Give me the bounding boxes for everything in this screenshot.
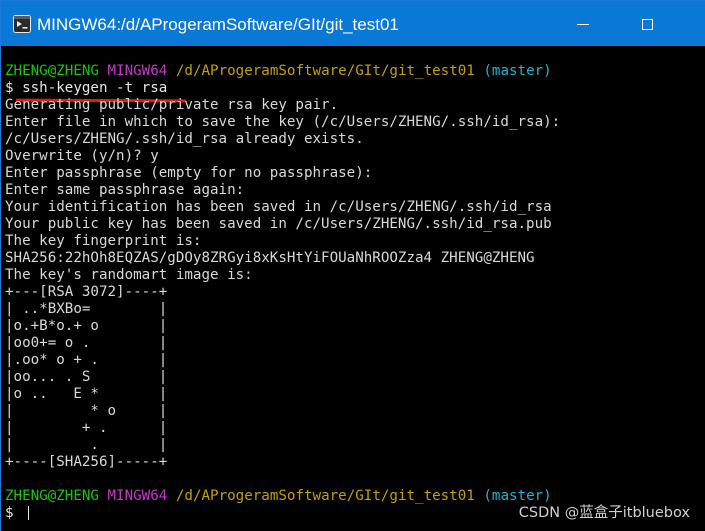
output-line: Your identification has been saved in /c… bbox=[5, 199, 552, 215]
output-line: The key fingerprint is: bbox=[5, 233, 202, 249]
csdn-watermark: CSDN @蓝盒子itbluebox bbox=[518, 505, 690, 521]
output-line: Enter same passphrase again: bbox=[5, 182, 245, 198]
prompt-line: ZHENG@ZHENG MINGW64 /d/AProgeramSoftware… bbox=[5, 63, 705, 80]
window-title: MINGW64:/d/AProgeramSoftware/GIt/git_tes… bbox=[37, 15, 399, 34]
terminal-output: ZHENG@ZHENG MINGW64 /d/AProgeramSoftware… bbox=[5, 63, 705, 522]
input-prefix: $ bbox=[5, 505, 23, 521]
terminal-area[interactable]: ZHENG@ZHENG MINGW64 /d/AProgeramSoftware… bbox=[1, 46, 705, 531]
title-bar[interactable]: MINGW64:/d/AProgeramSoftware/GIt/git_tes… bbox=[1, 1, 705, 46]
output-line: Enter file in which to save the key (/c/… bbox=[5, 114, 561, 130]
command-text: ssh-keygen -t rsa bbox=[22, 80, 168, 96]
prompt-user: ZHENG@ZHENG bbox=[5, 63, 99, 79]
output-line: Your public key has been saved in /c/Use… bbox=[5, 216, 552, 232]
command-line: $ ssh-keygen -t rsa bbox=[5, 80, 705, 97]
randomart-line: +---[RSA 3072]----+ bbox=[5, 284, 168, 300]
output-line: Overwrite (y/n)? y bbox=[5, 148, 159, 164]
git-bash-window: MINGW64:/d/AProgeramSoftware/GIt/git_tes… bbox=[0, 0, 705, 531]
minimize-icon bbox=[577, 23, 589, 25]
command-prefix: $ bbox=[5, 80, 23, 96]
output-line: Generating public/private rsa key pair. bbox=[5, 97, 339, 113]
text-cursor bbox=[28, 506, 30, 520]
randomart-line: |oo... . S | bbox=[5, 369, 168, 385]
output-line: The key's randomart image is: bbox=[5, 267, 253, 283]
maximize-icon bbox=[641, 18, 653, 30]
randomart-line: | * o | bbox=[5, 403, 168, 419]
prompt-path: /d/AProgeramSoftware/GIt/git_test01 bbox=[175, 488, 475, 504]
randomart-line: |.oo* o + . | bbox=[5, 352, 168, 368]
randomart-line: | ..*BXBo= | bbox=[5, 301, 168, 317]
output-line: Enter passphrase (empty for no passphras… bbox=[5, 165, 373, 181]
prompt-path: /d/AProgeramSoftware/GIt/git_test01 bbox=[175, 63, 475, 79]
minimize-button[interactable] bbox=[561, 9, 605, 39]
git-bash-icon bbox=[13, 15, 31, 33]
prompt-env: MINGW64 bbox=[107, 63, 168, 79]
fingerprint-line: SHA256:22hOh8EQZAS/gDOy8ZRGyi8xKsHtYiFOU… bbox=[5, 250, 535, 266]
output-line: /c/Users/ZHENG/.ssh/id_rsa already exist… bbox=[5, 131, 364, 147]
prompt-branch: (master) bbox=[483, 63, 552, 79]
maximize-button[interactable] bbox=[625, 9, 669, 39]
randomart-line: |o .. E * | bbox=[5, 386, 168, 402]
prompt-env: MINGW64 bbox=[107, 488, 168, 504]
randomart-line: +----[SHA256]-----+ bbox=[5, 454, 168, 470]
randomart-line: | + . | bbox=[5, 420, 168, 436]
prompt-user: ZHENG@ZHENG bbox=[5, 488, 99, 504]
randomart-line: |o.+B*o.+ o | bbox=[5, 318, 168, 334]
randomart-line: |oo0+= o . | bbox=[5, 335, 168, 351]
randomart-line: | . | bbox=[5, 437, 168, 453]
